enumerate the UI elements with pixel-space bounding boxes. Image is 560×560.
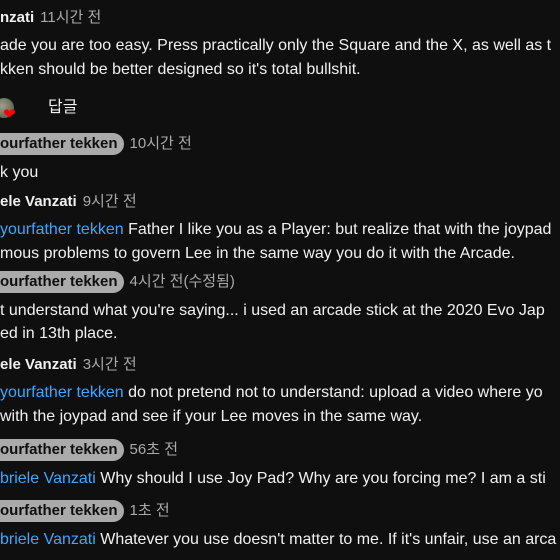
creator-author-chip[interactable]: ourfather tekken [0, 500, 124, 522]
creator-author-chip[interactable]: ourfather tekken [0, 439, 124, 461]
comment-thread: nzati 11시간 전 ade you are too easy. Press … [0, 0, 560, 560]
reply-header: ourfather tekken 56초 전 [0, 439, 178, 461]
reply-text-line-1: briele Vanzati Why should I use Joy Pad?… [0, 468, 546, 490]
reply-time[interactable]: 9시간 전 [83, 193, 137, 210]
reply-text-line-1: t understand what you're saying... i use… [0, 302, 545, 319]
reply-header: ourfather tekken 4시간 전(수정됨) [0, 271, 235, 293]
mention-link[interactable]: yourfather tekken [0, 221, 124, 238]
reply-time[interactable]: 56초 전 [130, 441, 178, 458]
comment-text-line-2: kken should be better designed so it's t… [0, 61, 361, 78]
reply-time[interactable]: 4시간 전(수정됨) [130, 273, 235, 290]
reply-header: ourfather tekken 10시간 전 [0, 133, 192, 155]
mention-link[interactable]: briele Vanzati [0, 470, 96, 487]
reply-time[interactable]: 1초 전 [130, 502, 170, 519]
heart-icon: ❤ [3, 106, 16, 123]
reply-text-line-1: yourfather tekken do not pretend not to … [0, 382, 543, 404]
reply-header: ele Vanzati 3시간 전 [0, 354, 137, 376]
reply-text-line-2: ed in 13th place. [0, 325, 118, 342]
reply-author[interactable]: ele Vanzati [0, 356, 77, 373]
reply-text-line-1: briele Vanzati Whatever you use doesn't … [0, 529, 556, 551]
reply-text: Why should I use Joy Pad? Why are you fo… [95, 470, 546, 487]
reply-text: Whatever you use doesn't matter to me. I… [95, 531, 557, 548]
reply-header: ele Vanzati 9시간 전 [0, 191, 137, 213]
mention-link[interactable]: briele Vanzati [0, 531, 96, 548]
reply-time[interactable]: 10시간 전 [130, 135, 192, 152]
reply-time[interactable]: 3시간 전 [83, 356, 137, 373]
reply-text-line-1: yourfather tekken Father I like you as a… [0, 219, 551, 241]
creator-author-chip[interactable]: ourfather tekken [0, 271, 124, 293]
reply-header: ourfather tekken 1초 전 [0, 500, 170, 522]
comment-header: nzati 11시간 전 [0, 7, 101, 29]
comment-author[interactable]: nzati [0, 9, 34, 26]
reply-text: Father I like you as a Player: but reali… [123, 221, 552, 238]
comment-text-line-1: ade you are too easy. Press practically … [0, 37, 552, 54]
mention-link[interactable]: yourfather tekken [0, 384, 124, 401]
creator-author-chip[interactable]: ourfather tekken [0, 133, 124, 155]
comment-time[interactable]: 11시간 전 [40, 9, 101, 26]
reply-text-line-2: with the joypad and see if your Lee move… [0, 408, 423, 425]
reply-author[interactable]: ele Vanzati [0, 193, 77, 210]
reply-button[interactable]: 답글 [48, 97, 77, 119]
reply-text-line-1: k you [0, 164, 39, 181]
reply-text-line-2: mous problems to govern Lee in the same … [0, 245, 515, 262]
reply-text: do not pretend not to understand: upload… [123, 384, 543, 401]
